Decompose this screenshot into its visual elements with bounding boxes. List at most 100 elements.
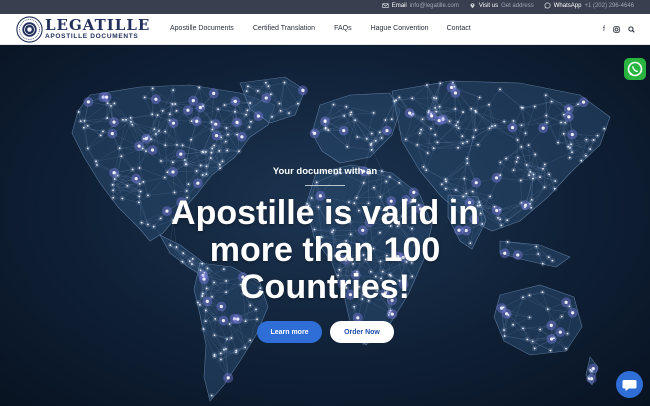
network-node [393,100,396,103]
envelope-icon [382,3,389,8]
network-node [143,96,146,99]
network-node [235,349,238,352]
network-node [256,114,261,118]
network-node [499,161,502,164]
network-node [478,96,481,99]
network-node [430,114,434,118]
network-node [106,102,109,105]
network-node [570,143,573,146]
network-node [112,196,115,199]
network-node [533,347,536,350]
network-node [552,337,555,340]
network-node [530,206,533,209]
network-node [185,190,188,192]
nav-item-certified-translation[interactable]: Certified Translation [253,25,315,32]
nav-item-apostille-documents[interactable]: Apostille Documents [170,25,234,32]
network-node [164,130,167,133]
network-node [550,100,553,103]
network-node [472,136,475,139]
nav-item-hague-convention[interactable]: Hague Convention [371,25,429,32]
network-node [524,132,527,135]
network-node [463,177,466,180]
network-node [235,120,239,124]
topbar-visit-label: Visit us [478,2,499,9]
network-node [179,152,183,156]
network-node [156,114,159,117]
facebook-icon[interactable]: f [603,26,605,33]
network-node [527,144,530,147]
nav-item-faqs[interactable]: FAQs [334,25,352,32]
network-node [532,177,534,180]
chat-float-button[interactable] [616,371,643,398]
network-node [345,105,348,108]
network-node [577,103,579,106]
topbar-visit-value[interactable]: Get address [501,3,534,9]
order-now-button[interactable]: Order Now [330,321,394,343]
network-node [233,99,237,103]
network-node [544,94,547,97]
network-node [488,103,490,106]
network-node [530,198,533,201]
learn-more-button[interactable]: Learn more [257,321,322,343]
network-node [210,394,213,397]
network-node [301,88,305,92]
network-node [171,121,176,125]
network-node [362,182,365,184]
network-node [560,121,562,124]
network-node [546,308,549,311]
topbar-email[interactable]: Email info@legatille.com [382,2,459,9]
whatsapp-float-button[interactable] [624,58,646,80]
network-node [118,147,121,150]
network-node [585,138,588,141]
network-node [503,120,506,123]
network-node [249,339,252,342]
network-node [210,151,213,154]
topbar-visit[interactable]: Visit us Get address [469,2,534,9]
network-node [438,105,441,108]
network-node [545,114,548,117]
topbar-whatsapp-value[interactable]: +1 (202) 296-4646 [584,3,634,9]
network-node [176,143,178,146]
network-node [560,315,563,318]
site-logo[interactable]: LEGATILLE APOSTILLE DOCUMENTS [16,16,150,43]
network-node [150,148,155,152]
network-node [418,132,421,135]
instagram-icon[interactable] [613,26,620,33]
network-node [596,134,599,137]
network-node [448,120,451,123]
network-node [137,144,141,148]
search-icon[interactable] [628,26,635,33]
network-node [558,330,562,334]
network-node [249,102,252,104]
topbar-email-value[interactable]: info@legatille.com [410,3,459,9]
network-node [474,181,478,185]
network-node [315,181,318,184]
network-node [499,88,501,91]
network-node [553,187,556,190]
network-node [171,161,174,164]
network-node [592,139,595,141]
network-node [445,180,447,183]
network-node [175,109,178,112]
network-node [398,181,401,184]
network-node [380,137,383,139]
topbar-whatsapp[interactable]: WhatsApp +1 (202) 296-4646 [544,2,634,9]
nav-item-contact[interactable]: Contact [447,25,471,32]
network-node [512,323,514,326]
network-node [221,160,224,163]
network-node [110,104,112,107]
network-node [158,130,160,132]
network-node [145,150,147,153]
network-node [198,86,201,89]
network-node [342,128,346,133]
network-node [580,159,583,162]
network-node [214,122,218,126]
network-node [372,111,375,114]
network-node [603,127,606,130]
network-node [245,90,248,93]
network-node [202,105,204,108]
network-node [86,100,90,104]
network-node [567,107,571,111]
hero-divider [305,185,345,186]
network-node [457,146,459,149]
